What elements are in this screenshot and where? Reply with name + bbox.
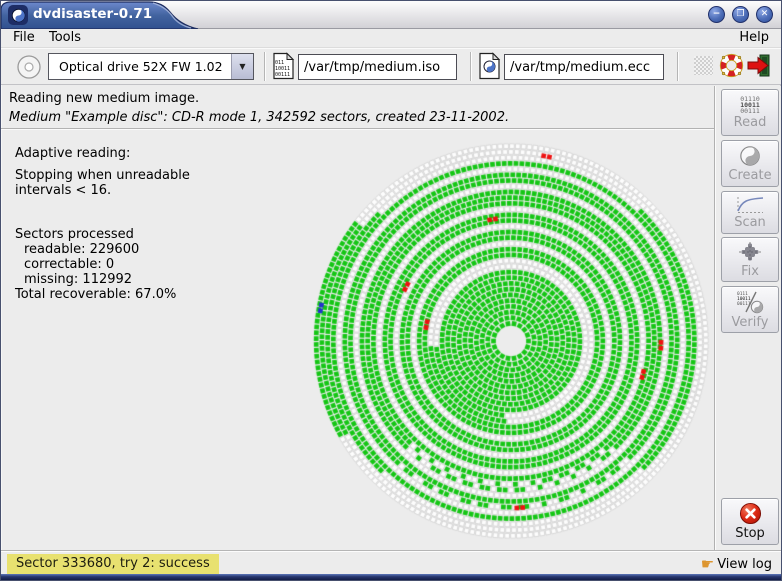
minimize-button[interactable]: − xyxy=(708,6,725,23)
iso-file-icon: 011 10011 00111 xyxy=(273,52,295,80)
create-icon xyxy=(740,145,760,166)
ecc-path-input[interactable] xyxy=(504,54,664,80)
read-button-label: Read xyxy=(733,114,767,130)
stopping-condition-line1: Stopping when unreadable xyxy=(15,168,190,183)
window-bottom-border xyxy=(1,574,781,580)
statusbar: Sector 333680, try 2: success ☛ View log xyxy=(1,550,781,576)
verify-icon: 0111 10011 00111 xyxy=(737,291,764,313)
stop-icon xyxy=(739,502,761,525)
toolbar-separator xyxy=(264,52,266,81)
preferences-button[interactable] xyxy=(694,56,713,75)
disc-icon xyxy=(17,55,41,79)
iso-path-input[interactable] xyxy=(298,54,457,80)
menu-file[interactable]: File xyxy=(5,29,43,48)
maximize-button[interactable]: ❐ xyxy=(732,6,749,23)
create-button[interactable]: Create xyxy=(721,140,779,187)
reading-info-panel: Adaptive reading: Stopping when unreadab… xyxy=(15,146,215,302)
stopping-condition-line2: intervals < 16. xyxy=(15,183,112,198)
svg-text:00111: 00111 xyxy=(275,72,290,78)
dvdisaster-window: dvdisaster-0.71 − ❐ ✕ File Tools Help Op… xyxy=(0,0,782,581)
help-button[interactable] xyxy=(719,53,744,78)
read-button[interactable]: 01110 10011 00111 Read xyxy=(721,89,779,136)
fix-button[interactable]: Fix xyxy=(721,237,779,282)
scan-icon xyxy=(737,197,764,213)
titlebar[interactable]: dvdisaster-0.71 − ❐ ✕ xyxy=(1,1,781,29)
drive-select-value: Optical drive 52X FW 1.02 xyxy=(59,59,223,74)
scan-button[interactable]: Scan xyxy=(721,191,779,234)
menu-tools[interactable]: Tools xyxy=(41,29,89,48)
stop-button[interactable]: Stop xyxy=(721,498,779,545)
missing-count: missing: 112992 xyxy=(24,272,133,287)
action-sidebar: 01110 10011 00111 Read Create Scan Fix 0… xyxy=(714,86,781,550)
toolbar-separator xyxy=(677,52,679,81)
verify-button[interactable]: 0111 10011 00111 Verify xyxy=(721,286,779,333)
menubar: File Tools Help xyxy=(1,29,781,48)
preferences-icon xyxy=(694,56,713,75)
create-button-label: Create xyxy=(728,167,772,183)
app-logo-icon xyxy=(8,5,28,25)
drive-select[interactable]: Optical drive 52X FW 1.02 ▼ xyxy=(48,53,254,80)
exit-door-icon xyxy=(747,54,770,77)
view-log-button[interactable]: ☛ View log xyxy=(701,554,772,574)
readable-count: readable: 229600 xyxy=(24,242,140,257)
pointing-hand-icon: ☛ xyxy=(700,555,715,573)
window-title: dvdisaster-0.71 xyxy=(33,6,153,22)
read-icon: 01110 10011 00111 xyxy=(740,94,760,115)
chevron-down-icon[interactable]: ▼ xyxy=(231,54,253,79)
sectors-processed-label: Sectors processed xyxy=(15,227,134,242)
quit-button[interactable] xyxy=(746,53,771,78)
fix-icon xyxy=(739,241,761,262)
correctable-count: correctable: 0 xyxy=(24,257,115,272)
operation-title: Reading new medium image. xyxy=(9,91,200,106)
fix-button-label: Fix xyxy=(741,263,759,279)
total-recoverable: Total recoverable: 67.0% xyxy=(15,287,177,302)
medium-info: Medium "Example disc": CD-R mode 1, 3425… xyxy=(9,110,510,125)
sector-spiral-visualization xyxy=(213,130,713,550)
scan-button-label: Scan xyxy=(734,215,766,230)
view-log-label: View log xyxy=(717,556,772,572)
toolbar: Optical drive 52X FW 1.02 ▼ 011 10011 00… xyxy=(1,48,781,85)
verify-button-label: Verify xyxy=(731,314,769,330)
toolbar-separator xyxy=(470,52,472,81)
stop-button-label: Stop xyxy=(735,526,765,541)
ecc-file-icon xyxy=(479,52,501,80)
adaptive-reading-label: Adaptive reading: xyxy=(15,146,131,161)
status-header: Reading new medium image. Medium "Exampl… xyxy=(1,86,714,130)
lifebuoy-icon xyxy=(719,53,744,78)
status-message: Sector 333680, try 2: success xyxy=(7,554,219,574)
close-button[interactable]: ✕ xyxy=(756,6,773,23)
menu-help[interactable]: Help xyxy=(731,29,777,48)
